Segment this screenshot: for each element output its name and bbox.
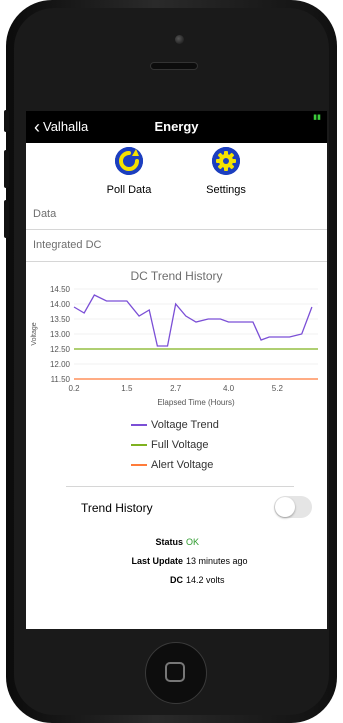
legend-label: Voltage Trend xyxy=(151,419,219,431)
legend-swatch xyxy=(131,424,147,426)
y-tick-label: 12.00 xyxy=(50,360,71,369)
settings-label: Settings xyxy=(206,184,246,196)
poll-data-button[interactable]: Poll Data xyxy=(89,147,169,196)
trend-history-row: Trend History xyxy=(26,487,327,527)
legend-item-full: Full Voltage xyxy=(131,439,208,451)
integrated-dc-label: Integrated DC xyxy=(33,239,102,251)
legend-swatch xyxy=(131,444,147,446)
front-camera xyxy=(175,35,184,44)
y-tick-label: 14.00 xyxy=(50,300,71,309)
y-tick-label: 13.50 xyxy=(50,315,71,324)
legend-label: Alert Voltage xyxy=(151,459,214,471)
volume-up-button xyxy=(4,150,9,188)
dc-key: DC xyxy=(170,575,183,585)
earpiece-speaker xyxy=(150,62,198,70)
volume-down-button xyxy=(4,200,9,238)
y-tick-label: 13.00 xyxy=(50,330,71,339)
x-tick-label: 2.7 xyxy=(170,384,182,393)
home-button[interactable] xyxy=(145,642,207,704)
home-square-icon xyxy=(165,662,185,682)
navigation-bar: ▮▮ ‹ Valhalla Energy xyxy=(26,111,327,143)
status-value: OK xyxy=(186,537,200,547)
page-title: Energy xyxy=(154,119,199,134)
last-update-key: Last Update xyxy=(131,556,183,566)
app-screen: ▮▮ ‹ Valhalla Energy Poll Data Settings … xyxy=(26,111,327,629)
y-axis-title: Voltage xyxy=(31,322,38,345)
x-tick-label: 1.5 xyxy=(121,384,133,393)
trend-history-toggle[interactable] xyxy=(274,496,312,518)
x-tick-label: 0.2 xyxy=(68,384,80,393)
trend-history-label: Trend History xyxy=(81,501,153,515)
legend-label: Full Voltage xyxy=(151,439,209,451)
toggle-knob xyxy=(275,497,295,517)
last-update-value: 13 minutes ago xyxy=(186,556,248,566)
data-section-label: Data xyxy=(33,208,57,220)
gear-icon xyxy=(212,147,240,175)
series-voltage-trend xyxy=(73,294,313,347)
action-bar: Poll Data Settings xyxy=(26,147,327,203)
status-key: Status xyxy=(155,537,183,547)
x-tick-label: 5.2 xyxy=(272,384,284,393)
legend-swatch xyxy=(131,464,147,466)
y-tick-label: 14.50 xyxy=(50,285,71,294)
divider xyxy=(26,229,327,230)
y-tick-label: 12.50 xyxy=(50,345,71,354)
mute-switch xyxy=(4,110,9,132)
divider xyxy=(26,261,327,262)
legend-item-voltage: Voltage Trend xyxy=(131,419,219,431)
trend-chart: 14.50 14.00 13.50 13.00 12.50 12.00 11.500.2 1.… xyxy=(31,285,318,407)
x-tick-label: 4.0 xyxy=(223,384,235,393)
status-panel: Status OK Last Update 13 minutes ago DC … xyxy=(26,529,327,629)
y-tick-label: 11.50 xyxy=(51,375,71,384)
settings-button[interactable]: Settings xyxy=(186,147,266,196)
refresh-icon xyxy=(115,147,143,175)
x-axis-title: Elapsed Time (Hours) xyxy=(157,398,235,407)
poll-data-label: Poll Data xyxy=(106,184,152,196)
dc-value: 14.2 volts xyxy=(186,575,225,585)
legend-item-alert: Alert Voltage xyxy=(131,459,213,471)
